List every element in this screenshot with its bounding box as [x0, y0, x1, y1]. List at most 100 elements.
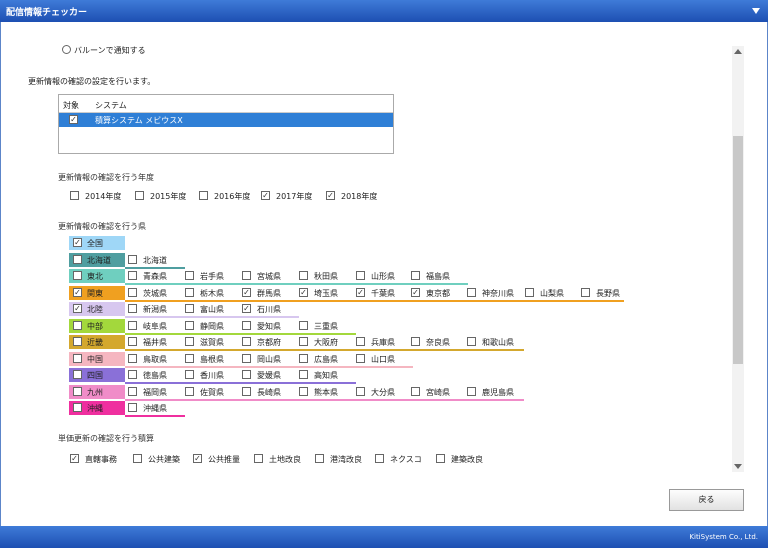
pref-8-2-checkbox[interactable] — [242, 370, 251, 379]
pref-4-2-checkbox[interactable]: ✓ — [242, 304, 251, 313]
pref-8-3-checkbox[interactable] — [299, 370, 308, 379]
pref-5-2-checkbox[interactable] — [242, 320, 251, 330]
pref-3-3-checkbox[interactable]: ✓ — [299, 287, 308, 297]
pref-4-0-checkbox[interactable] — [128, 304, 137, 313]
type-0-checkbox[interactable]: ✓ — [70, 454, 79, 463]
pref-7-0-checkbox[interactable] — [128, 353, 137, 363]
pref-label: 徳島県 — [143, 371, 167, 380]
type-2-checkbox[interactable]: ✓ — [193, 454, 202, 463]
pref-7-2-checkbox[interactable] — [242, 353, 251, 363]
region-5[interactable]: 中部 — [69, 318, 125, 333]
pref-2-3-checkbox[interactable] — [299, 271, 308, 280]
region-checkbox[interactable]: ✓ — [73, 304, 82, 313]
region-checkbox[interactable] — [73, 403, 82, 412]
pref-7-3-checkbox[interactable] — [299, 353, 308, 363]
pref-4-1-checkbox[interactable] — [185, 304, 194, 313]
region-6[interactable]: 近畿 — [69, 335, 125, 349]
close-button[interactable]: 戻る — [669, 489, 744, 511]
region-checkbox[interactable] — [73, 271, 82, 280]
pref-3-5-checkbox[interactable]: ✓ — [411, 287, 420, 297]
pref-label: 奈良県 — [426, 338, 450, 347]
vertical-scrollbar[interactable] — [732, 46, 744, 472]
pref-7-1-checkbox[interactable] — [185, 353, 194, 363]
pref-6-2-checkbox[interactable] — [242, 337, 251, 346]
region-10[interactable]: 沖縄 — [69, 401, 125, 415]
type-6-checkbox[interactable] — [436, 454, 445, 463]
year-3-checkbox[interactable]: ✓ — [261, 191, 270, 200]
system-row[interactable]: ✓ 積算システム メビウスX — [59, 113, 393, 127]
system-row-checkbox[interactable]: ✓ — [69, 115, 78, 124]
region-1[interactable]: 北海道 — [69, 252, 125, 267]
pref-3-4-checkbox[interactable]: ✓ — [356, 287, 365, 297]
pref-2-2-checkbox[interactable] — [242, 271, 251, 280]
system-list-header: 対象 システム — [59, 95, 393, 113]
region-9[interactable]: 九州 — [69, 384, 125, 399]
pref-9-5-checkbox[interactable] — [411, 386, 420, 396]
year-0-checkbox[interactable] — [70, 191, 79, 200]
pref-3-6-checkbox[interactable] — [467, 287, 476, 297]
pref-3-0-checkbox[interactable] — [128, 287, 137, 297]
year-4-checkbox[interactable]: ✓ — [326, 191, 335, 200]
region-0[interactable]: ✓ 全国 — [69, 236, 125, 250]
pref-3-7-checkbox[interactable] — [525, 287, 534, 297]
pref-9-2-checkbox[interactable] — [242, 386, 251, 396]
pref-6-3-checkbox[interactable] — [299, 337, 308, 346]
pref-5-1-checkbox[interactable] — [185, 320, 194, 330]
pref-3-8-checkbox[interactable] — [581, 287, 590, 297]
collapse-icon[interactable] — [752, 8, 760, 14]
pref-2-0-checkbox[interactable] — [128, 271, 137, 280]
pref-8-1-checkbox[interactable] — [185, 370, 194, 379]
pref-3-1-checkbox[interactable] — [185, 287, 194, 297]
region-checkbox[interactable] — [73, 353, 82, 363]
pref-7-4-checkbox[interactable] — [356, 353, 365, 363]
scroll-thumb[interactable] — [733, 136, 743, 364]
pref-10-0-checkbox[interactable] — [128, 403, 137, 412]
region-2[interactable]: 東北 — [69, 269, 125, 283]
region-4[interactable]: ✓ 北陸 — [69, 302, 125, 316]
type-4-checkbox[interactable] — [315, 454, 324, 463]
pref-5-0-checkbox[interactable] — [128, 320, 137, 330]
balloon-radio[interactable] — [62, 45, 71, 54]
pref-3-2-checkbox[interactable]: ✓ — [242, 287, 251, 297]
type-5-checkbox[interactable] — [375, 454, 384, 463]
pref-label: 山口県 — [371, 354, 395, 364]
pref-6-6-checkbox[interactable] — [467, 337, 476, 346]
pref-label: 宮崎県 — [426, 387, 450, 397]
pref-8-0-checkbox[interactable] — [128, 370, 137, 379]
pref-6-5-checkbox[interactable] — [411, 337, 420, 346]
pref-5-3-checkbox[interactable] — [299, 320, 308, 330]
region-7[interactable]: 中国 — [69, 351, 125, 366]
pref-9-1-checkbox[interactable] — [185, 386, 194, 396]
pref-1-0-checkbox[interactable] — [128, 254, 137, 264]
pref-6-1-checkbox[interactable] — [185, 337, 194, 346]
region-checkbox[interactable]: ✓ — [73, 287, 82, 297]
pref-2-4-checkbox[interactable] — [356, 271, 365, 280]
region-checkbox[interactable] — [73, 370, 82, 379]
pref-2-5-checkbox[interactable] — [411, 271, 420, 280]
pref-9-3-checkbox[interactable] — [299, 386, 308, 396]
region-checkbox[interactable] — [73, 254, 82, 264]
region-checkbox[interactable]: ✓ — [73, 238, 82, 247]
scroll-up-icon[interactable] — [734, 49, 742, 54]
pref-label: 香川県 — [200, 371, 224, 380]
type-1-checkbox[interactable] — [133, 454, 142, 463]
region-8[interactable]: 四国 — [69, 368, 125, 382]
region-checkbox[interactable] — [73, 337, 82, 346]
pref-2-1-checkbox[interactable] — [185, 271, 194, 280]
region-checkbox[interactable] — [73, 320, 82, 330]
pref-6-4-checkbox[interactable] — [356, 337, 365, 346]
region-checkbox[interactable] — [73, 386, 82, 396]
pref-9-6-checkbox[interactable] — [467, 386, 476, 396]
pref-6-0-checkbox[interactable] — [128, 337, 137, 346]
system-list[interactable]: 対象 システム ✓ 積算システム メビウスX — [58, 94, 394, 154]
type-3-checkbox[interactable] — [254, 454, 263, 463]
region-underline — [125, 365, 413, 368]
region-3[interactable]: ✓ 関東 — [69, 285, 125, 300]
pref-label: 石川県 — [257, 305, 281, 314]
pref-9-0-checkbox[interactable] — [128, 386, 137, 396]
year-1-checkbox[interactable] — [135, 191, 144, 200]
year-2-checkbox[interactable] — [199, 191, 208, 200]
pref-9-4-checkbox[interactable] — [356, 386, 365, 396]
scroll-down-icon[interactable] — [734, 464, 742, 469]
type-label: 土地改良 — [269, 455, 301, 464]
